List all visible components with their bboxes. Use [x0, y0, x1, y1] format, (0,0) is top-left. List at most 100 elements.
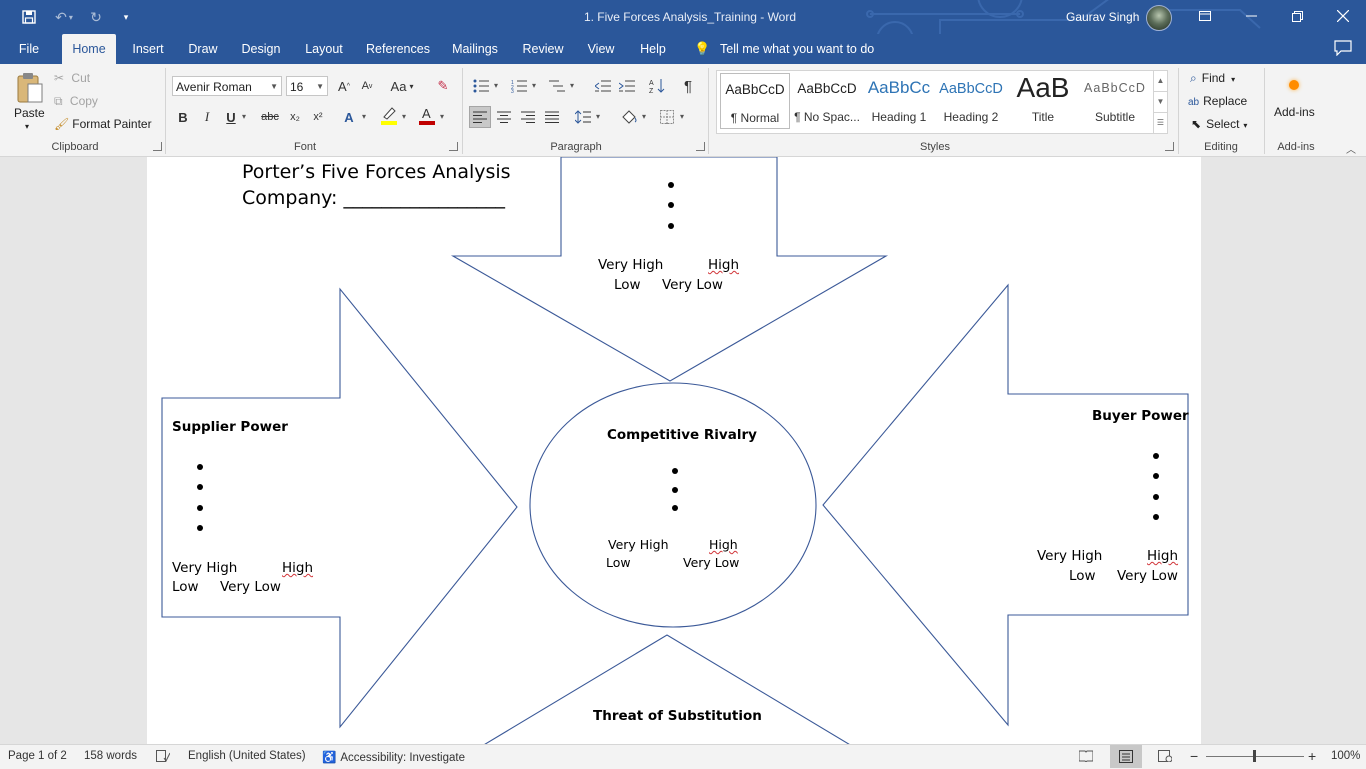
- more-styles-icon[interactable]: ☰: [1154, 112, 1167, 133]
- zoom-out-icon[interactable]: −: [1190, 748, 1198, 764]
- style-normal[interactable]: AaBbCcD ¶ Normal: [720, 73, 790, 129]
- tab-help[interactable]: Help: [634, 34, 672, 64]
- align-left-icon[interactable]: [469, 106, 491, 128]
- align-right-icon[interactable]: [517, 106, 539, 128]
- chevron-down-icon[interactable]: ▾: [532, 81, 536, 90]
- proofing-icon[interactable]: [156, 750, 171, 765]
- collapse-ribbon-icon[interactable]: ︿: [1346, 141, 1356, 156]
- tab-design[interactable]: Design: [236, 34, 286, 64]
- replace-button[interactable]: ab Replace: [1188, 94, 1247, 108]
- font-launcher-icon[interactable]: [449, 142, 458, 151]
- strikethrough-button[interactable]: abc: [259, 106, 281, 128]
- justify-icon[interactable]: [541, 106, 563, 128]
- page-count[interactable]: Page 1 of 2: [8, 750, 67, 762]
- paste-dropdown-icon[interactable]: ▾: [25, 122, 29, 131]
- chevron-down-icon[interactable]: ▾: [596, 112, 600, 121]
- tab-layout[interactable]: Layout: [299, 34, 349, 64]
- chevron-down-icon[interactable]: ▾: [440, 112, 444, 121]
- show-formatting-icon[interactable]: ¶: [677, 75, 699, 97]
- borders-icon[interactable]: [656, 106, 678, 128]
- read-mode-icon[interactable]: [1078, 750, 1094, 765]
- ribbon-display-options-icon[interactable]: [1182, 0, 1228, 32]
- chevron-down-icon[interactable]: ▾: [362, 112, 366, 121]
- shading-icon[interactable]: [618, 106, 640, 128]
- chevron-down-icon[interactable]: ▼: [1154, 91, 1167, 112]
- underline-dropdown-icon[interactable]: ▾: [242, 112, 246, 121]
- change-case-button[interactable]: Aa ▾: [386, 75, 418, 97]
- tab-review[interactable]: Review: [518, 34, 568, 64]
- styles-scroll[interactable]: ▲ ▼ ☰: [1153, 71, 1167, 133]
- redo-icon[interactable]: ↻: [86, 7, 106, 27]
- chevron-down-icon[interactable]: ▾: [570, 81, 574, 90]
- chevron-down-icon[interactable]: ▾: [642, 112, 646, 121]
- style-subtitle[interactable]: AaBbCcD Subtitle: [1080, 73, 1150, 129]
- word-count[interactable]: 158 words: [84, 750, 137, 762]
- zoom-level[interactable]: 100%: [1331, 750, 1360, 762]
- chevron-down-icon[interactable]: ▾: [402, 112, 406, 121]
- language-status[interactable]: English (United States): [188, 750, 306, 762]
- style-heading-2[interactable]: AaBbCcD Heading 2: [936, 73, 1006, 129]
- format-painter-button[interactable]: 🖌 Format Painter: [54, 117, 152, 131]
- avatar[interactable]: [1146, 5, 1172, 31]
- addins-button[interactable]: Add-ins: [1272, 72, 1320, 132]
- style-heading-1[interactable]: AaBbCc Heading 1: [864, 73, 934, 129]
- select-button[interactable]: ⬉ Select ▾: [1191, 117, 1247, 131]
- bullets-icon[interactable]: [470, 75, 492, 97]
- highlight-color-icon[interactable]: [378, 104, 400, 126]
- chevron-up-icon[interactable]: ▲: [1154, 71, 1167, 91]
- decrease-indent-icon[interactable]: [592, 75, 614, 97]
- customize-qat-icon[interactable]: ▾: [116, 7, 136, 27]
- tab-file[interactable]: File: [12, 34, 46, 64]
- tab-view[interactable]: View: [582, 34, 620, 64]
- bold-button[interactable]: B: [172, 106, 194, 128]
- web-layout-icon[interactable]: [1158, 750, 1173, 765]
- cut-button[interactable]: ✂ Cut: [54, 71, 90, 85]
- style-title[interactable]: AaB Title: [1008, 73, 1078, 129]
- save-icon[interactable]: [19, 7, 39, 27]
- chevron-down-icon[interactable]: ▾: [494, 81, 498, 90]
- close-icon[interactable]: [1320, 0, 1366, 32]
- copy-button[interactable]: ⧉ Copy: [54, 94, 98, 109]
- find-button[interactable]: ⌕ Find ▾: [1190, 71, 1235, 86]
- tab-home[interactable]: Home: [62, 34, 116, 64]
- text-effects-icon[interactable]: A: [338, 106, 360, 128]
- increase-indent-icon[interactable]: [616, 75, 638, 97]
- line-spacing-icon[interactable]: [572, 106, 594, 128]
- tab-references[interactable]: References: [362, 34, 434, 64]
- print-layout-icon[interactable]: [1110, 745, 1142, 768]
- subscript-button[interactable]: x₂: [284, 106, 306, 128]
- undo-icon[interactable]: ↶ ▾: [50, 7, 78, 27]
- tell-me-search[interactable]: 💡 Tell me what you want to do: [694, 34, 874, 64]
- superscript-button[interactable]: x²: [307, 106, 329, 128]
- minimize-icon[interactable]: [1228, 0, 1274, 32]
- zoom-slider-handle[interactable]: [1253, 750, 1256, 762]
- document-area[interactable]: Porter’s Five Forces Analysis Company: _…: [0, 157, 1366, 744]
- multilevel-list-icon[interactable]: [546, 75, 568, 97]
- zoom-in-icon[interactable]: +: [1308, 748, 1316, 764]
- underline-button[interactable]: U: [220, 106, 242, 128]
- clear-formatting-icon[interactable]: ✎: [432, 75, 454, 97]
- shrink-font-button[interactable]: Av: [356, 75, 378, 97]
- style-no-spacing[interactable]: AaBbCcD ¶ No Spac...: [792, 73, 862, 129]
- paste-button[interactable]: Paste ▾: [12, 70, 46, 132]
- accessibility-status[interactable]: ♿ Accessibility: Investigate: [322, 750, 465, 764]
- restore-icon[interactable]: [1274, 0, 1320, 32]
- numbering-icon[interactable]: 123: [508, 75, 530, 97]
- comments-icon[interactable]: [1334, 40, 1352, 57]
- clipboard-launcher-icon[interactable]: [153, 142, 162, 151]
- font-size-combo[interactable]: 16 ▼: [286, 76, 328, 96]
- user-name[interactable]: Gaurav Singh: [1066, 10, 1139, 24]
- align-center-icon[interactable]: [493, 106, 515, 128]
- sort-icon[interactable]: AZ: [646, 75, 668, 97]
- tab-insert[interactable]: Insert: [126, 34, 170, 64]
- italic-button[interactable]: I: [196, 106, 218, 128]
- tab-mailings[interactable]: Mailings: [447, 34, 503, 64]
- document-page[interactable]: Porter’s Five Forces Analysis Company: _…: [147, 157, 1201, 744]
- styles-launcher-icon[interactable]: [1165, 142, 1174, 151]
- paragraph-launcher-icon[interactable]: [696, 142, 705, 151]
- grow-font-button[interactable]: A ^: [333, 75, 355, 97]
- chevron-down-icon[interactable]: ▾: [680, 112, 684, 121]
- tab-draw[interactable]: Draw: [182, 34, 224, 64]
- font-color-icon[interactable]: A: [416, 104, 438, 126]
- font-name-combo[interactable]: Avenir Roman ▼: [172, 76, 282, 96]
